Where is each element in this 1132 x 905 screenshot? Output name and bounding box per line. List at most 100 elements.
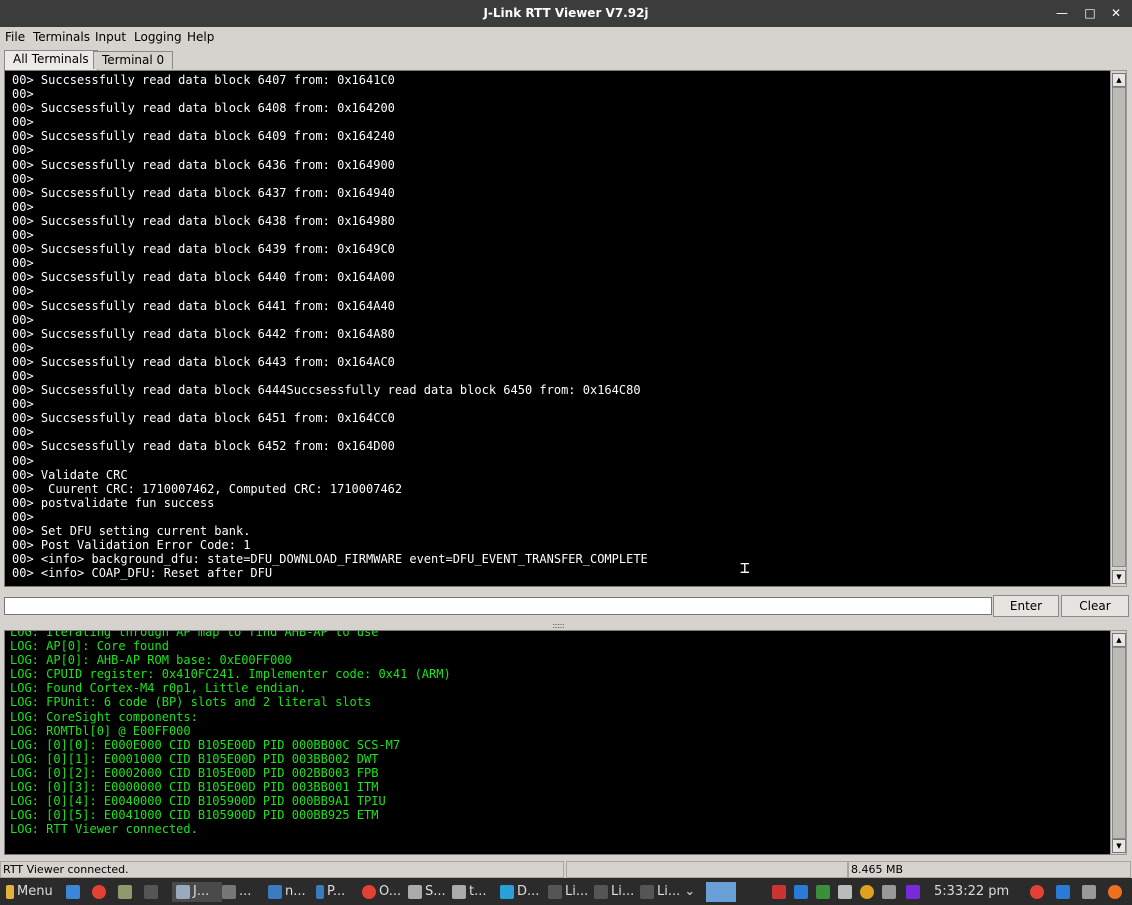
taskbar-item-10[interactable]: Li...: [594, 882, 634, 902]
terminal-line: 00>: [12, 453, 34, 468]
log-output[interactable]: LOG: Iterating through AP map to find AH…: [4, 630, 1111, 855]
taskbar-item-6[interactable]: S...: [408, 882, 446, 902]
splitter-grip-icon[interactable]: :::::::: [552, 621, 565, 630]
clear-button[interactable]: Clear: [1061, 595, 1129, 617]
menu-input[interactable]: Input: [95, 30, 126, 44]
taskbar-label: P...: [327, 884, 346, 899]
taskbar-label: J...: [193, 884, 210, 899]
log-line: LOG: AP[0]: AHB-AP ROM base: 0xE00FF000: [10, 653, 292, 668]
terminal-line: 00>: [12, 312, 34, 327]
workspace-switcher[interactable]: [706, 882, 736, 902]
tray-sheet-icon[interactable]: [816, 882, 833, 902]
show-desktop-icon[interactable]: [66, 882, 83, 902]
scroll-down-icon[interactable]: ▼: [1112, 570, 1126, 584]
terminal-line: 00> Succsessfully read data block 6438 f…: [12, 213, 395, 228]
status-empty-segment: [566, 861, 848, 878]
tray-chat-icon[interactable]: [838, 882, 855, 902]
window-title: J-Link RTT Viewer V7.92j: [483, 6, 649, 20]
log-scroll-up-icon[interactable]: ▲: [1112, 633, 1126, 647]
taskbar-item-5[interactable]: O...: [362, 882, 401, 902]
taskbar-clock[interactable]: 5:33:22 pm: [934, 882, 1009, 902]
firefox-launcher-icon[interactable]: [1108, 882, 1125, 902]
minimize-icon[interactable]: —: [1052, 4, 1072, 22]
terminal-line: 00> Succsessfully read data block 6408 f…: [12, 101, 395, 116]
tray-drive-icon[interactable]: [1082, 882, 1099, 902]
scroll-up-icon[interactable]: ▲: [1112, 73, 1126, 87]
terminal-line: 00>: [12, 171, 34, 186]
taskbar-item-11[interactable]: Li... ⌄: [640, 882, 695, 902]
log-line: LOG: [0][2]: E0002000 CID B105E00D PID 0…: [10, 765, 379, 780]
taskbar-item-2[interactable]: ...: [222, 882, 251, 902]
menu-help[interactable]: Help: [187, 30, 214, 44]
taskbar-item-8[interactable]: D...: [500, 882, 539, 902]
tray-network-icon[interactable]: [906, 882, 923, 902]
log-line: LOG: Iterating through AP map to find AH…: [10, 630, 379, 639]
status-memory: 8.465 MB: [848, 861, 1131, 878]
terminal-line: 00> Set DFU setting current bank.: [12, 524, 251, 538]
chevron-down-icon[interactable]: ⌄: [680, 884, 695, 899]
menu-file[interactable]: File: [5, 30, 25, 44]
terminal-output[interactable]: 00> Succsessfully read data block 6407 f…: [4, 70, 1111, 587]
terminal-line: 00> Succsessfully read data block 6452 f…: [12, 439, 395, 454]
taskbar-item-3[interactable]: n...: [268, 882, 306, 902]
taskbar-item-4[interactable]: P...: [316, 882, 345, 902]
taskbar-label: Li...: [565, 884, 589, 899]
terminal-line: 00>: [12, 199, 34, 214]
terminal-input[interactable]: [4, 597, 992, 615]
log-line: LOG: [0][0]: E000E000 CID B105E00D PID 0…: [10, 737, 401, 752]
start-menu-button[interactable]: Menu: [6, 882, 53, 902]
scroll-thumb[interactable]: [1112, 87, 1126, 567]
terminal-line: 00> Post Validation Error Code: 1: [12, 538, 251, 553]
terminal-line: 00> Succsessfully read data block 6437 f…: [12, 185, 395, 200]
taskbar-label: ...: [239, 884, 252, 899]
tab-all-terminals[interactable]: All Terminals: [4, 50, 98, 70]
terminal-line: 00> <info> COAP_DFU: Reset after DFU: [12, 566, 273, 581]
log-scroll-thumb[interactable]: [1112, 647, 1126, 839]
terminal-line: 00> Succsessfully read data block 6444Su…: [12, 383, 641, 398]
pane-splitter[interactable]: :::::::: [0, 619, 1132, 630]
terminal-launcher-icon[interactable]: [144, 882, 161, 902]
taskbar-item-7[interactable]: t...: [452, 882, 487, 902]
terminal-line: 00>: [12, 509, 34, 524]
log-scroll-down-icon[interactable]: ▼: [1112, 839, 1126, 853]
maximize-icon[interactable]: □: [1080, 4, 1100, 22]
menu-terminals[interactable]: Terminals: [33, 30, 90, 44]
input-row: Enter Clear: [0, 595, 1132, 617]
taskbar-label: n...: [285, 884, 306, 899]
taskbar-label: D...: [517, 884, 540, 899]
chrome-launcher-icon[interactable]: [92, 882, 109, 902]
log-scrollbar[interactable]: ▲ ▼: [1110, 630, 1127, 855]
volume-icon[interactable]: [882, 882, 899, 902]
terminal-line: 00>: [12, 228, 34, 243]
log-line: LOG: CoreSight components:: [10, 709, 198, 724]
terminal-line: 00>: [12, 284, 34, 299]
vscode-launcher-icon[interactable]: [1056, 882, 1073, 902]
terminal-line: 00> Cuurent CRC: 1710007462, Computed CR…: [12, 481, 403, 496]
log-line: LOG: ROMTbl[0] @ E00FF000: [10, 723, 191, 738]
menu-bar: File Terminals Input Logging Help: [0, 27, 1132, 47]
terminal-line: 00> Succsessfully read data block 6436 f…: [12, 157, 395, 172]
mint-logo-icon: [6, 884, 14, 899]
log-line: LOG: [0][4]: E0040000 CID B105900D PID 0…: [10, 794, 386, 809]
tray-update-icon[interactable]: [860, 882, 877, 902]
terminal-tabs: All Terminals Terminal 0: [0, 49, 1132, 70]
tab-terminal-0[interactable]: Terminal 0: [93, 51, 174, 69]
status-bar: RTT Viewer connected. 8.465 MB: [0, 861, 1132, 878]
terminal-line: 00>: [12, 143, 34, 158]
status-message: RTT Viewer connected.: [0, 861, 564, 878]
vscode-tray-icon[interactable]: [794, 882, 811, 902]
tray-app-icon[interactable]: [772, 882, 789, 902]
terminal-line: 00> Succsessfully read data block 6439 f…: [12, 242, 395, 257]
log-line: LOG: AP[0]: Core found: [10, 639, 169, 654]
terminal-scrollbar[interactable]: ▲ ▼: [1110, 70, 1127, 587]
taskbar-item-9[interactable]: Li...: [548, 882, 588, 902]
log-lines: LOG: Iterating through AP map to find AH…: [10, 630, 451, 836]
close-icon[interactable]: ✕: [1106, 4, 1126, 22]
taskbar-item-jlink[interactable]: J...: [172, 882, 222, 902]
enter-button[interactable]: Enter: [993, 595, 1059, 617]
menu-logging[interactable]: Logging: [134, 30, 182, 44]
files-launcher-icon[interactable]: [118, 882, 135, 902]
chrome-tray-icon[interactable]: [1030, 882, 1047, 902]
log-line: LOG: [0][1]: E0001000 CID B105E00D PID 0…: [10, 751, 379, 766]
terminal-line: 00>: [12, 340, 34, 355]
